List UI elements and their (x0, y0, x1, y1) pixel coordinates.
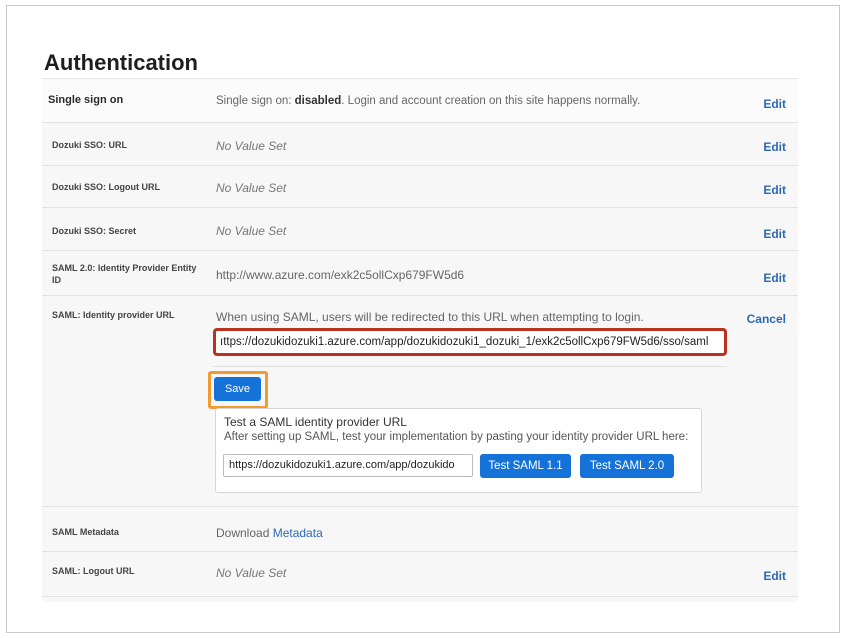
row-dozuki-sso-logout-url: Dozuki SSO: Logout URL No Value Set Edit (42, 166, 798, 208)
row-description: When using SAML, users will be redirecte… (216, 310, 644, 324)
test-saml-title: Test a SAML identity provider URL (224, 415, 407, 429)
row-saml-entity-id: SAML 2.0: Identity Provider Entity ID ht… (42, 251, 798, 296)
divider (213, 366, 727, 367)
edit-saml-logout-link[interactable]: Edit (763, 569, 786, 583)
cancel-link[interactable]: Cancel (747, 312, 786, 326)
sso-prefix: Single sign on: (216, 95, 295, 107)
row-value: No Value Set (216, 139, 287, 153)
row-value: No Value Set (216, 224, 287, 238)
row-label: SAML: Logout URL (52, 566, 135, 576)
row-label: SAML Metadata (52, 527, 119, 537)
test-saml-2-0-button[interactable]: Test SAML 2.0 (580, 454, 674, 478)
save-button[interactable]: Save (214, 377, 261, 401)
row-value: Download Metadata (216, 526, 323, 540)
edit-sso-logout-link[interactable]: Edit (763, 183, 786, 197)
row-label: SAML: Identity provider URL (52, 310, 175, 320)
sso-suffix: . Login and account creation on this sit… (341, 95, 641, 107)
row-value: Single sign on: disabled. Login and acco… (216, 95, 640, 107)
test-saml-description: After setting up SAML, test your impleme… (224, 431, 689, 443)
row-saml-logout-url: SAML: Logout URL No Value Set Edit (42, 552, 798, 597)
row-label: SAML 2.0: Identity Provider Entity ID (52, 263, 197, 285)
test-saml-1-1-button[interactable]: Test SAML 1.1 (480, 454, 571, 478)
page-title: Authentication (44, 50, 198, 75)
row-value: http://www.azure.com/exk2c5ollCxp679FW5d… (216, 268, 465, 282)
row-value: No Value Set (216, 181, 287, 195)
row-label: Dozuki SSO: URL (52, 140, 128, 150)
edit-sso-url-link[interactable]: Edit (763, 140, 786, 154)
row-dozuki-sso-url: Dozuki SSO: URL No Value Set Edit (42, 123, 798, 166)
row-label: Dozuki SSO: Logout URL (52, 182, 160, 192)
test-saml-box: Test a SAML identity provider URL After … (215, 408, 702, 493)
edit-saml-entity-link[interactable]: Edit (763, 271, 786, 285)
row-label: Dozuki SSO: Secret (52, 226, 137, 236)
row-saml-metadata: SAML Metadata Download Metadata (42, 507, 798, 552)
row-label: Single sign on (48, 94, 124, 106)
identity-provider-url-input[interactable]: ıttps://dozukidozuki1.azure.com/app/dozu… (213, 328, 727, 356)
row-single-sign-on: Single sign on Single sign on: disabled.… (42, 79, 798, 123)
edit-single-sign-on-link[interactable]: Edit (763, 97, 786, 111)
row-value: No Value Set (216, 566, 287, 580)
row-dozuki-sso-secret: Dozuki SSO: Secret No Value Set Edit (42, 208, 798, 251)
metadata-prefix: Download (216, 526, 273, 540)
sso-status: disabled (294, 95, 342, 107)
metadata-download-link[interactable]: Metadata (273, 526, 323, 540)
test-saml-url-input[interactable]: https://dozukidozuki1.azure.com/app/dozu… (223, 454, 473, 477)
edit-sso-secret-link[interactable]: Edit (763, 227, 786, 241)
